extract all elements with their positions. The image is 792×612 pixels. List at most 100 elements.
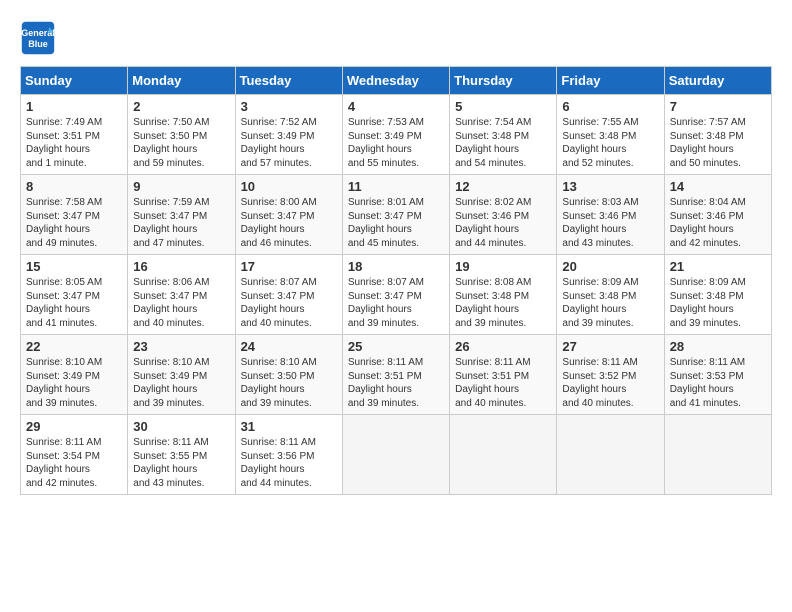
calendar-cell: 17Sunrise: 8:07 AMSunset: 3:47 PMDayligh…	[235, 255, 342, 335]
calendar-cell	[450, 415, 557, 495]
day-number: 7	[670, 99, 766, 114]
calendar-cell: 16 Sunrise: 8:06 AMSunset: 3:47 PMDayligh…	[128, 255, 235, 335]
calendar-week-4: 22 Sunrise: 8:10 AMSunset: 3:49 PMDayligh…	[21, 335, 772, 415]
day-number: 4	[348, 99, 444, 114]
calendar-cell: 28Sunrise: 8:11 AMSunset: 3:53 PMDayligh…	[664, 335, 771, 415]
calendar-cell: 29 Sunrise: 8:11 AMSunset: 3:54 PMDayligh…	[21, 415, 128, 495]
day-number: 5	[455, 99, 551, 114]
calendar-cell: 12 Sunrise: 8:02 AMSunset: 3:46 PMDayligh…	[450, 175, 557, 255]
day-number: 24	[241, 339, 337, 354]
calendar-cell: 21 Sunrise: 8:09 AMSunset: 3:48 PMDayligh…	[664, 255, 771, 335]
day-info: Sunrise: 8:08 AMSunset: 3:48 PMDaylight …	[455, 276, 551, 330]
calendar-cell: 15Sunrise: 8:05 AMSunset: 3:47 PMDayligh…	[21, 255, 128, 335]
day-info: Sunrise: 7:59 AMSunset: 3:47 PMDaylight …	[133, 196, 229, 250]
day-number: 25	[348, 339, 444, 354]
day-info: Sunrise: 7:54 AMSunset: 3:48 PMDaylight …	[455, 116, 551, 170]
calendar-cell	[557, 415, 664, 495]
day-number: 21	[670, 259, 766, 274]
day-number: 12	[455, 179, 551, 194]
day-info: Sunrise: 8:00 AMSunset: 3:47 PMDaylight …	[241, 196, 337, 250]
calendar-cell: 22 Sunrise: 8:10 AMSunset: 3:49 PMDayligh…	[21, 335, 128, 415]
calendar-week-5: 29 Sunrise: 8:11 AMSunset: 3:54 PMDayligh…	[21, 415, 772, 495]
day-number: 18	[348, 259, 444, 274]
calendar-cell: 24Sunrise: 8:10 AMSunset: 3:50 PMDayligh…	[235, 335, 342, 415]
page-header: General Blue	[20, 20, 772, 56]
calendar-cell: 1Sunrise: 7:49 AMSunset: 3:51 PMDaylight…	[21, 95, 128, 175]
day-info: Sunrise: 7:52 AMSunset: 3:49 PMDaylight …	[241, 116, 337, 170]
calendar-cell: 5 Sunrise: 7:54 AMSunset: 3:48 PMDaylight…	[450, 95, 557, 175]
calendar-cell	[664, 415, 771, 495]
calendar-cell: 14Sunrise: 8:04 AMSunset: 3:46 PMDayligh…	[664, 175, 771, 255]
logo-icon: General Blue	[20, 20, 56, 56]
calendar-cell: 18Sunrise: 8:07 AMSunset: 3:47 PMDayligh…	[342, 255, 449, 335]
calendar-header: SundayMondayTuesdayWednesdayThursdayFrid…	[21, 67, 772, 95]
day-number: 22	[26, 339, 122, 354]
day-info: Sunrise: 8:11 AMSunset: 3:51 PMDaylight …	[455, 356, 551, 410]
calendar-cell: 9 Sunrise: 7:59 AMSunset: 3:47 PMDaylight…	[128, 175, 235, 255]
calendar-cell: 27Sunrise: 8:11 AMSunset: 3:52 PMDayligh…	[557, 335, 664, 415]
day-info: Sunrise: 8:06 AMSunset: 3:47 PMDaylight …	[133, 276, 229, 330]
day-info: Sunrise: 8:10 AMSunset: 3:49 PMDaylight …	[133, 356, 229, 410]
day-number: 23	[133, 339, 229, 354]
day-info: Sunrise: 7:50 AMSunset: 3:50 PMDaylight …	[133, 116, 229, 170]
day-number: 30	[133, 419, 229, 434]
calendar-cell: 23 Sunrise: 8:10 AMSunset: 3:49 PMDayligh…	[128, 335, 235, 415]
day-header-tuesday: Tuesday	[235, 67, 342, 95]
day-number: 19	[455, 259, 551, 274]
calendar-cell: 8 Sunrise: 7:58 AMSunset: 3:47 PMDaylight…	[21, 175, 128, 255]
day-number: 16	[133, 259, 229, 274]
calendar-cell: 25 Sunrise: 8:11 AMSunset: 3:51 PMDayligh…	[342, 335, 449, 415]
logo: General Blue	[20, 20, 62, 56]
day-number: 14	[670, 179, 766, 194]
day-header-saturday: Saturday	[664, 67, 771, 95]
day-info: Sunrise: 8:11 AMSunset: 3:54 PMDaylight …	[26, 436, 122, 490]
day-header-monday: Monday	[128, 67, 235, 95]
day-number: 11	[348, 179, 444, 194]
day-number: 29	[26, 419, 122, 434]
calendar-cell: 30 Sunrise: 8:11 AMSunset: 3:55 PMDayligh…	[128, 415, 235, 495]
calendar-cell	[342, 415, 449, 495]
calendar-cell: 7Sunrise: 7:57 AMSunset: 3:48 PMDaylight…	[664, 95, 771, 175]
calendar-cell: 26 Sunrise: 8:11 AMSunset: 3:51 PMDayligh…	[450, 335, 557, 415]
day-number: 20	[562, 259, 658, 274]
day-info: Sunrise: 8:11 AMSunset: 3:51 PMDaylight …	[348, 356, 444, 410]
calendar-cell: 2 Sunrise: 7:50 AMSunset: 3:50 PMDaylight…	[128, 95, 235, 175]
day-info: Sunrise: 8:01 AMSunset: 3:47 PMDaylight …	[348, 196, 444, 250]
day-info: Sunrise: 8:09 AMSunset: 3:48 PMDaylight …	[562, 276, 658, 330]
calendar-cell: 10 Sunrise: 8:00 AMSunset: 3:47 PMDayligh…	[235, 175, 342, 255]
svg-text:Blue: Blue	[28, 39, 48, 49]
day-info: Sunrise: 8:03 AMSunset: 3:46 PMDaylight …	[562, 196, 658, 250]
day-number: 31	[241, 419, 337, 434]
calendar-cell: 11 Sunrise: 8:01 AMSunset: 3:47 PMDayligh…	[342, 175, 449, 255]
calendar-cell: 31 Sunrise: 8:11 AMSunset: 3:56 PMDayligh…	[235, 415, 342, 495]
day-number: 26	[455, 339, 551, 354]
day-header-wednesday: Wednesday	[342, 67, 449, 95]
calendar-cell: 13 Sunrise: 8:03 AMSunset: 3:46 PMDayligh…	[557, 175, 664, 255]
day-info: Sunrise: 7:58 AMSunset: 3:47 PMDaylight …	[26, 196, 122, 250]
day-info: Sunrise: 8:11 AMSunset: 3:55 PMDaylight …	[133, 436, 229, 490]
calendar-cell: 20 Sunrise: 8:09 AMSunset: 3:48 PMDayligh…	[557, 255, 664, 335]
day-number: 2	[133, 99, 229, 114]
day-header-thursday: Thursday	[450, 67, 557, 95]
calendar-cell: 3 Sunrise: 7:52 AMSunset: 3:49 PMDaylight…	[235, 95, 342, 175]
calendar-week-1: 1Sunrise: 7:49 AMSunset: 3:51 PMDaylight…	[21, 95, 772, 175]
day-number: 8	[26, 179, 122, 194]
day-number: 10	[241, 179, 337, 194]
day-header-sunday: Sunday	[21, 67, 128, 95]
calendar-cell: 19 Sunrise: 8:08 AMSunset: 3:48 PMDayligh…	[450, 255, 557, 335]
calendar-week-2: 8 Sunrise: 7:58 AMSunset: 3:47 PMDaylight…	[21, 175, 772, 255]
day-info: Sunrise: 8:02 AMSunset: 3:46 PMDaylight …	[455, 196, 551, 250]
day-info: Sunrise: 8:10 AMSunset: 3:49 PMDaylight …	[26, 356, 122, 410]
day-number: 9	[133, 179, 229, 194]
day-number: 3	[241, 99, 337, 114]
calendar-cell: 6Sunrise: 7:55 AMSunset: 3:48 PMDaylight…	[557, 95, 664, 175]
day-number: 13	[562, 179, 658, 194]
day-number: 6	[562, 99, 658, 114]
day-info: Sunrise: 8:09 AMSunset: 3:48 PMDaylight …	[670, 276, 766, 330]
day-info: Sunrise: 8:11 AMSunset: 3:53 PMDaylight …	[670, 356, 766, 410]
day-info: Sunrise: 7:53 AMSunset: 3:49 PMDaylight …	[348, 116, 444, 170]
day-info: Sunrise: 8:11 AMSunset: 3:56 PMDaylight …	[241, 436, 337, 490]
day-number: 15	[26, 259, 122, 274]
day-header-friday: Friday	[557, 67, 664, 95]
calendar-cell: 4 Sunrise: 7:53 AMSunset: 3:49 PMDaylight…	[342, 95, 449, 175]
